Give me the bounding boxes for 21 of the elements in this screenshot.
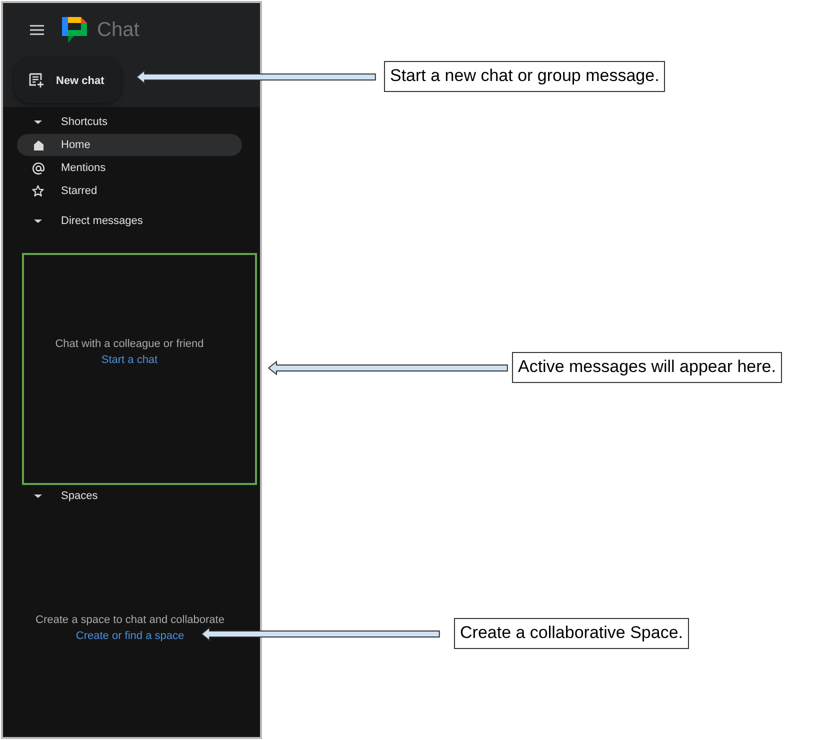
empty-state-link[interactable]: Start a chat [101,352,158,368]
app-title: Chat [97,18,140,42]
speech-bubble-icon [62,17,87,43]
nav-item[interactable]: Starred [17,180,242,202]
empty-state-link[interactable]: Create or find a space [76,628,184,644]
callout-text: Active messages will appear here. [512,352,782,383]
note-plus-icon [29,73,44,88]
empty-state-text: Create a space to chat and collaborate [36,613,224,628]
empty-state-text: Chat with a colleague or friend [55,337,204,352]
menu-icon[interactable] [30,25,44,35]
section-header[interactable]: Shortcuts [3,111,108,133]
nav-item[interactable]: Home [17,134,242,156]
section-header[interactable]: Direct messages [3,210,143,232]
star-icon [32,185,44,197]
at-sign-icon [32,162,44,174]
nav-item[interactable]: Mentions [17,157,242,179]
callout-text: Start a new chat or group message. [384,61,666,92]
callout-text: Create a collaborative Space. [454,618,690,649]
home-icon [32,140,44,150]
new-chat-button[interactable]: New chat [14,58,121,103]
section-header[interactable]: Spaces [3,485,98,507]
